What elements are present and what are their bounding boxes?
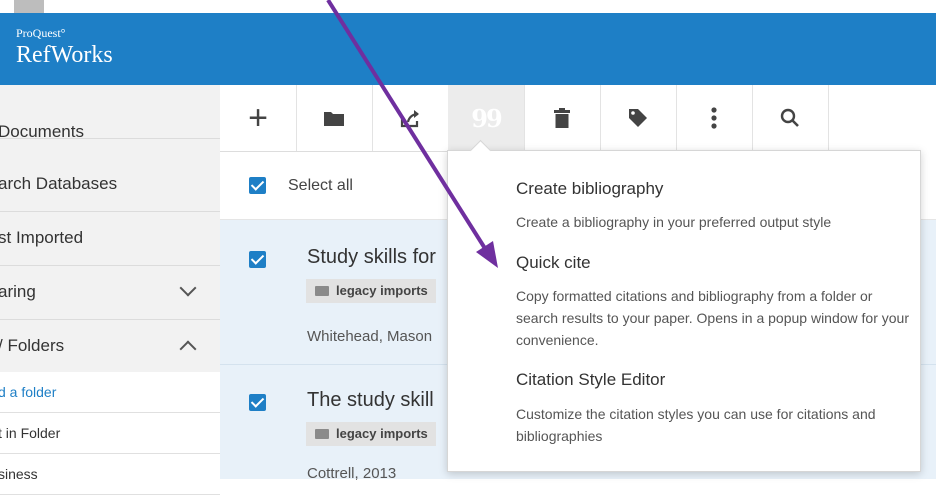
more-vertical-icon <box>711 107 717 129</box>
folder-icon <box>324 112 344 126</box>
sidebar-item-label: st Imported <box>0 228 84 247</box>
sidebar-item-business[interactable]: siness <box>0 454 220 495</box>
share-icon <box>400 110 419 128</box>
add-reference-button[interactable]: + <box>220 85 297 151</box>
menu-item-create-bibliography[interactable]: Create bibliography <box>516 179 663 199</box>
sidebar-item-label: arch Databases <box>0 174 118 193</box>
tag-button[interactable] <box>600 85 677 151</box>
sidebar: Documents arch Databases st Imported ari… <box>0 85 220 495</box>
reference-title[interactable]: The study skill <box>307 389 434 412</box>
search-button[interactable] <box>752 85 829 151</box>
sidebar-item-last-imported[interactable]: st Imported <box>0 212 220 266</box>
menu-item-description: Create a bibliography in your preferred … <box>516 214 832 230</box>
menu-item-citation-style-editor[interactable]: Citation Style Editor <box>516 370 665 390</box>
trash-icon <box>554 108 570 128</box>
reference-meta: Whitehead, Mason <box>307 328 433 345</box>
folder-button[interactable] <box>296 85 373 151</box>
sidebar-item-label: t in Folder <box>0 425 61 441</box>
window-tab[interactable] <box>14 0 44 13</box>
cite-dropdown-menu: Create bibliography Create a bibliograph… <box>447 150 921 472</box>
folder-tag-label: legacy imports <box>336 426 428 441</box>
folder-icon <box>315 429 329 439</box>
chevron-down-icon[interactable] <box>179 279 197 297</box>
menu-item-description: Copy formatted citations and bibliograph… <box>516 288 909 348</box>
reference-meta: Cottrell, 2013 <box>307 465 397 482</box>
brand-proquest: ProQuest° <box>16 26 66 40</box>
cite-button[interactable]: 99 <box>448 85 525 151</box>
search-icon <box>780 108 799 127</box>
sidebar-item-add-folder[interactable]: d a folder <box>0 372 220 413</box>
select-all-label[interactable]: Select all <box>288 177 353 195</box>
sidebar-item-search-databases[interactable]: arch Databases <box>0 158 220 212</box>
select-all-checkbox[interactable] <box>249 177 266 194</box>
app-header: ProQuest° RefWorks <box>0 13 936 85</box>
reference-title[interactable]: Study skills for <box>307 246 436 269</box>
sidebar-item-sharing[interactable]: aring <box>0 266 220 320</box>
quote-icon: 99 <box>471 103 502 133</box>
add-folder-link[interactable]: d a folder <box>0 384 56 400</box>
sidebar-item-my-folders[interactable]: / Folders <box>0 319 220 373</box>
share-button[interactable] <box>372 85 449 151</box>
sidebar-item-label: siness <box>0 466 38 482</box>
folder-tag-label: legacy imports <box>336 283 428 298</box>
folder-icon <box>315 286 329 296</box>
folder-tag[interactable]: legacy imports <box>306 279 436 303</box>
chevron-up-icon[interactable] <box>179 340 197 358</box>
tag-icon <box>629 109 647 127</box>
sidebar-item-label: aring <box>0 282 36 301</box>
sidebar-item-not-in-folder[interactable]: t in Folder <box>0 413 220 454</box>
plus-icon: + <box>248 98 268 137</box>
brand-refworks[interactable]: RefWorks <box>16 42 113 69</box>
folder-tag[interactable]: legacy imports <box>306 422 436 446</box>
row-checkbox[interactable] <box>249 251 266 268</box>
menu-item-quick-cite[interactable]: Quick cite <box>516 253 591 273</box>
top-strip <box>0 0 936 13</box>
sidebar-item-label: Documents <box>0 122 84 141</box>
more-options-button[interactable] <box>676 85 753 151</box>
delete-button[interactable] <box>524 85 601 151</box>
row-checkbox[interactable] <box>249 394 266 411</box>
toolbar: + 99 <box>220 85 829 152</box>
menu-item-description: Customize the citation styles you can us… <box>516 406 876 444</box>
sidebar-item-documents[interactable]: Documents <box>0 85 220 141</box>
sidebar-item-label: / Folders <box>0 336 65 355</box>
